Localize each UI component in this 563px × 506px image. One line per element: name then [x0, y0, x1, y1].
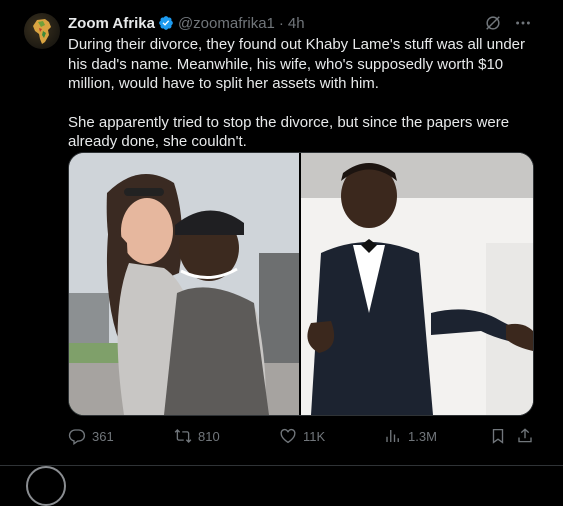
verified-badge-icon[interactable] [158, 15, 174, 31]
tweet-card[interactable]: Zoom Afrika @zoomafrika1 · 4h During the… [0, 0, 563, 506]
like-count: 11K [303, 428, 326, 444]
tweet-divider [0, 465, 563, 466]
grok-icon[interactable] [483, 13, 503, 33]
like-icon [280, 428, 296, 444]
timestamp[interactable]: 4h [288, 15, 305, 32]
africa-map-icon [33, 19, 51, 44]
views-button[interactable]: 1.3M [384, 426, 437, 446]
separator: · [278, 14, 284, 32]
media-photo-suit[interactable] [301, 153, 533, 415]
author-name[interactable]: Zoom Afrika [68, 15, 155, 32]
more-icon[interactable] [513, 13, 533, 33]
suit-photo-illustration [301, 153, 533, 415]
reply-button[interactable]: 361 [68, 426, 114, 446]
reply-icon [68, 429, 86, 445]
tweet-header: Zoom Afrika @zoomafrika1 · 4h [68, 13, 305, 33]
views-count: 1.3M [408, 428, 437, 444]
reply-count: 361 [92, 428, 114, 444]
author-avatar[interactable] [24, 13, 60, 49]
header-actions [483, 13, 533, 33]
share-icon [518, 428, 532, 443]
couple-photo-illustration [69, 153, 299, 415]
tweet-paragraph: During their divorce, they found out Kha… [68, 36, 526, 92]
next-tweet-avatar[interactable] [26, 466, 66, 506]
bookmark-button[interactable] [489, 426, 507, 446]
tweet-text: During their divorce, they found out Kha… [68, 35, 538, 152]
media-photo-couple[interactable] [69, 153, 299, 415]
repost-icon [174, 429, 192, 443]
tweet-media [68, 152, 534, 416]
tweet-paragraph: She apparently tried to stop the divorce… [68, 113, 510, 151]
views-icon [386, 430, 399, 442]
repost-count: 810 [198, 428, 220, 444]
tweet-actions: 361 810 11K 1.3M [68, 426, 538, 446]
share-button[interactable] [516, 426, 534, 446]
bookmark-icon [492, 428, 504, 444]
like-button[interactable]: 11K [279, 426, 325, 446]
author-handle[interactable]: @zoomafrika1 [178, 15, 275, 32]
repost-button[interactable]: 810 [174, 426, 220, 446]
